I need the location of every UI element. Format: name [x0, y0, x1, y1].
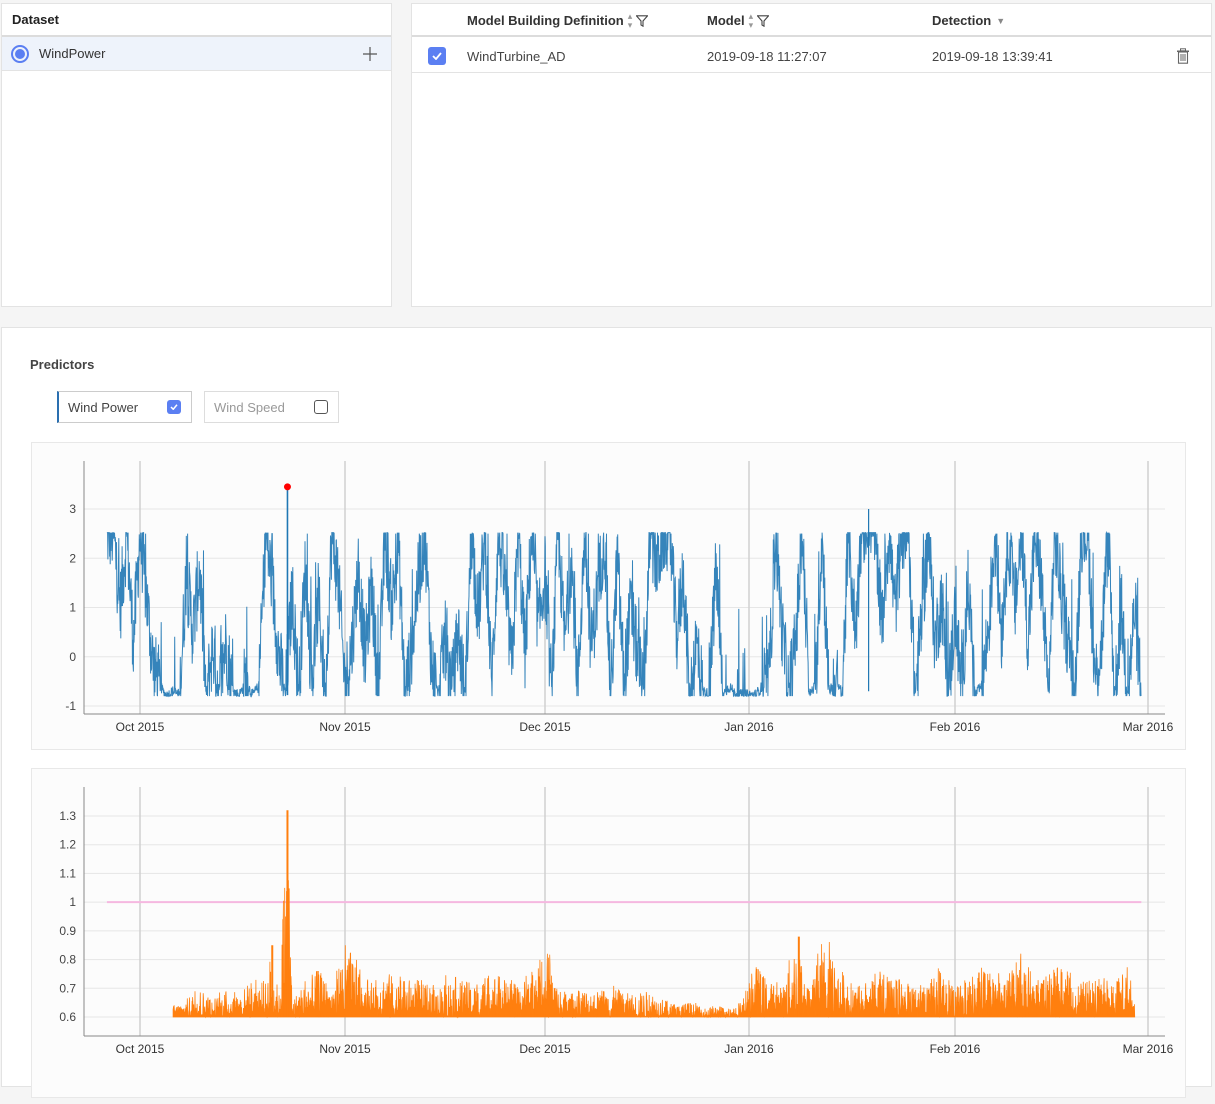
wind-power-chart: -1 0 1 2 3 Oct 2015 Nov 2015 Dec 2015 Jan 2016 Fe… [31, 442, 1186, 750]
predictors-panel: Predictors Wind Power Wind Speed -1 0 1 2 3 O… [1, 327, 1212, 1098]
y-tick-label: 1.1 [59, 866, 76, 880]
x-tick-label: Nov 2015 [319, 1042, 371, 1056]
y-tick-label: 1.3 [59, 809, 76, 823]
radio-selected-icon[interactable] [11, 44, 29, 63]
delete-button[interactable] [1176, 39, 1190, 73]
column-label: Model [707, 13, 745, 28]
checkbox-checked-icon[interactable] [167, 400, 181, 414]
y-tick-label: 0.6 [59, 1010, 76, 1024]
x-tick-label: Oct 2015 [116, 720, 165, 734]
x-tick-label: Mar 2016 [1123, 1042, 1174, 1056]
wind-power-series-line [106, 530, 1142, 698]
anomaly-score-chart: 0.6 0.7 0.8 0.9 1 1.1 1.2 1.3 Oct 2015 Nov 2015 De… [31, 768, 1186, 1098]
filter-icon[interactable] [757, 14, 770, 27]
grid [84, 787, 1165, 1036]
anomaly-score-chart-svg: 0.6 0.7 0.8 0.9 1 1.1 1.2 1.3 Oct 2015 Nov 2015 De… [59, 787, 1174, 1056]
dataset-item-windpower[interactable]: WindPower [2, 37, 391, 71]
column-header-model[interactable]: Model ▴ ▾ [707, 4, 770, 37]
y-tick-label: 3 [69, 502, 76, 516]
x-tick-label: Feb 2016 [930, 1042, 981, 1056]
x-tick-label: Feb 2016 [930, 720, 981, 734]
x-tick-label: Nov 2015 [319, 720, 371, 734]
y-tick-label: 2 [69, 551, 76, 565]
x-tick-label: Oct 2015 [116, 1042, 165, 1056]
x-tick-label: Jan 2016 [724, 1042, 774, 1056]
y-tick-label: -1 [65, 699, 76, 713]
x-tick-label: Dec 2015 [519, 1042, 571, 1056]
y-tick-label: 0.7 [59, 981, 76, 995]
anomaly-score-series [172, 880, 1136, 1019]
sort-icon[interactable]: ▴ ▾ [749, 11, 754, 30]
y-tick-label: 0.8 [59, 953, 76, 967]
y-tick-label: 0 [69, 650, 76, 664]
predictor-wind-power[interactable]: Wind Power [57, 391, 192, 423]
checkbox-checked-icon[interactable] [428, 47, 446, 65]
models-panel: Model Building Definition ▴ ▾ Model ▴ ▾ De… [411, 3, 1212, 307]
predictor-label: Wind Speed [214, 399, 285, 415]
row-divider [412, 72, 1211, 73]
anomaly-marker [283, 483, 291, 491]
caret-down-icon[interactable]: ▼ [996, 16, 1005, 26]
x-tick-label: Mar 2016 [1123, 720, 1174, 734]
row-checkbox[interactable] [428, 39, 446, 73]
y-tick-label: 0.9 [59, 924, 76, 938]
predictor-wind-speed[interactable]: Wind Speed [204, 391, 339, 423]
wind-power-chart-svg: -1 0 1 2 3 Oct 2015 Nov 2015 Dec 2015 Jan 2016 Fe… [65, 461, 1174, 734]
column-label: Detection [932, 13, 992, 28]
dataset-panel: Dataset WindPower [1, 3, 392, 307]
y-tick-label: 1 [69, 601, 76, 615]
x-tick-label: Dec 2015 [519, 720, 571, 734]
y-tick-label: 1.2 [59, 838, 76, 852]
trash-icon[interactable] [1176, 48, 1190, 64]
filter-icon[interactable] [636, 14, 649, 27]
checkbox-unchecked-icon[interactable] [314, 400, 328, 414]
predictor-label: Wind Power [68, 399, 139, 415]
column-label: Model Building Definition [467, 13, 624, 28]
y-tick-label: 1 [69, 895, 76, 909]
dataset-header: Dataset [2, 4, 391, 37]
cell-model: 2019-09-18 11:27:07 [707, 48, 827, 64]
column-header-definition[interactable]: Model Building Definition ▴ ▾ [467, 4, 649, 37]
dataset-item-label: WindPower [39, 46, 106, 61]
plus-icon[interactable] [363, 43, 377, 65]
x-tick-label: Jan 2016 [724, 720, 774, 734]
cell-detection: 2019-09-18 13:39:41 [932, 48, 1053, 64]
cell-definition[interactable]: WindTurbine_AD [467, 39, 566, 73]
column-header-detection[interactable]: Detection ▼ [932, 4, 1005, 37]
sort-icon[interactable]: ▴ ▾ [628, 11, 633, 30]
predictors-title: Predictors [30, 357, 95, 372]
